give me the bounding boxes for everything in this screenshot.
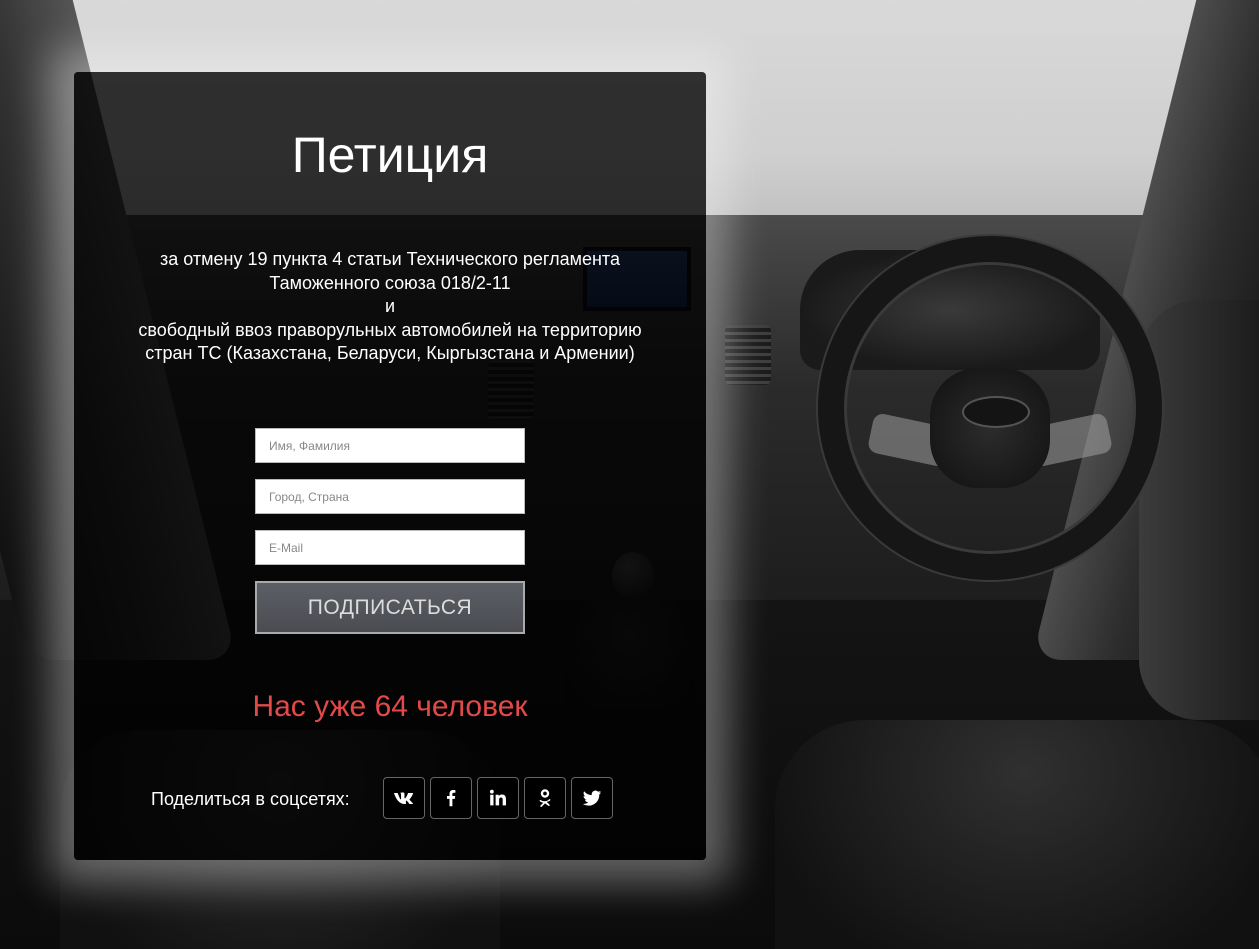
subscribe-button[interactable]: ПОДПИСАТЬСЯ [255,581,525,634]
facebook-icon [446,790,456,807]
vk-share-button[interactable] [383,777,425,819]
right-door [1139,300,1259,720]
right-seat [775,720,1259,949]
odnoklassniki-icon [539,789,551,807]
email-input[interactable] [255,530,525,565]
social-share-buttons [383,777,613,819]
page-title: Петиция [291,127,489,183]
signature-counter: Нас уже 64 человек [252,690,528,723]
steering-emblem [962,396,1030,428]
description-line: стран ТС (Казахстана, Беларуси, Кыргызст… [145,343,635,363]
description-line: свободный ввоз праворульных автомобилей … [138,319,642,340]
twitter-icon [582,790,602,806]
twitter-share-button[interactable] [571,777,613,819]
city-input[interactable] [255,479,525,514]
air-vent [725,325,771,385]
facebook-share-button[interactable] [430,777,472,819]
description-line: за отмену 19 пункта 4 статьи Техническог… [160,249,620,269]
odnoklassniki-share-button[interactable] [524,777,566,819]
signup-form: ПОДПИСАТЬСЯ [255,428,525,634]
name-input[interactable] [255,428,525,463]
description-line: Таможенного союза 018/2-11 [269,272,511,293]
vk-icon [393,792,414,804]
linkedin-icon [489,789,506,806]
linkedin-share-button[interactable] [477,777,519,819]
share-label: Поделиться в соцсетях: [151,789,350,809]
petition-panel: Петиция за отмену 19 пункта 4 статьи Тех… [74,72,706,860]
description-line: и [384,296,396,316]
steering-hub [930,368,1050,488]
petition-description: за отмену 19 пункта 4 статьи Техническог… [74,248,706,366]
